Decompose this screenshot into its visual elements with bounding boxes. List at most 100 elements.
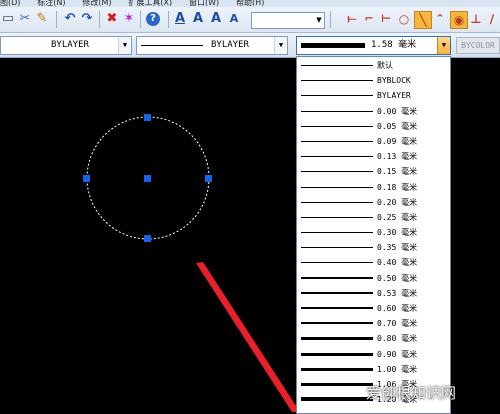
grip-top[interactable]: [144, 114, 151, 121]
lineweight-option[interactable]: 0.30 毫米: [297, 225, 450, 240]
lineweight-option[interactable]: 0.80 毫米: [297, 331, 450, 346]
grip-left[interactable]: [83, 175, 90, 182]
redo-icon[interactable]: ↷: [79, 11, 95, 27]
linetype-preview: [141, 45, 203, 46]
lineweight-option-preview: [301, 367, 373, 371]
lineweight-option[interactable]: 1.00 毫米: [297, 362, 450, 377]
text-style-combo[interactable]: ▼: [251, 12, 325, 29]
lineweight-combo[interactable]: 1.58 毫米 ▼: [296, 36, 451, 55]
lineweight-option-preview: [301, 216, 373, 218]
toolbar-separator: [330, 11, 331, 28]
lineweight-option[interactable]: 0.15 毫米: [297, 164, 450, 179]
match-properties-icon[interactable]: ✎: [34, 11, 50, 27]
chevron-down-icon[interactable]: ▼: [274, 37, 287, 54]
lineweight-value: 1.58 毫米: [371, 40, 417, 50]
snap-center-icon[interactable]: ◉: [450, 11, 468, 29]
lineweight-option-preview: [301, 276, 373, 279]
text-scale-icon[interactable]: A: [226, 11, 242, 27]
lineweight-option-label: 0.20 毫米: [377, 197, 418, 207]
lineweight-option-preview: [301, 65, 373, 66]
lineweight-option-preview: [301, 140, 373, 142]
lineweight-option[interactable]: 0.18 毫米: [297, 180, 450, 195]
polyline-icon[interactable]: ⌐: [361, 11, 377, 27]
lineweight-option[interactable]: BYBLOCK: [297, 73, 450, 88]
lineweight-option-label: 0.13 毫米: [377, 152, 418, 162]
linetype-value: BYLAYER: [211, 40, 249, 50]
toolbar-separator: [140, 11, 141, 28]
lineweight-option[interactable]: 0.00 毫米: [297, 104, 450, 119]
menu-item-window[interactable]: 窗口(W): [189, 0, 219, 7]
grip-bottom[interactable]: [144, 235, 151, 242]
lineweight-option-preview: [301, 397, 373, 402]
lineweight-option-label: 0.60 毫米: [377, 304, 418, 313]
erase-icon[interactable]: ✖: [104, 11, 120, 27]
lineweight-option[interactable]: 0.35 毫米: [297, 240, 450, 255]
lineweight-option-label: 0.00 毫米: [377, 106, 418, 116]
explode-icon[interactable]: ✶: [121, 11, 137, 27]
lineweight-option-label: 0.30 毫米: [377, 228, 418, 238]
parallel-icon[interactable]: ∕: [484, 11, 500, 27]
text-style-icon[interactable]: A: [172, 11, 188, 27]
lineweight-option-label: 0.90 毫米: [377, 349, 418, 359]
linetype-combo[interactable]: BYLAYER ▼: [136, 36, 288, 55]
edit-text-icon[interactable]: A: [208, 11, 224, 27]
lineweight-option-preview: [301, 322, 373, 325]
lineweight-option-label: 默认: [377, 61, 393, 70]
pointer-arrow: [196, 262, 300, 412]
text-icon[interactable]: A: [190, 11, 206, 27]
print-icon[interactable]: ▭: [0, 11, 16, 27]
grip-right[interactable]: [205, 175, 212, 182]
layer-combo[interactable]: BYLAYER ▼: [0, 36, 132, 55]
watermark-text: 爱创根知识网: [366, 384, 457, 402]
color-combo[interactable]: BYCOLOR: [456, 37, 500, 54]
lineweight-option-label: BYLAYER: [377, 91, 411, 101]
lineweight-option-preview: [301, 171, 373, 173]
lineweight-option[interactable]: BYLAYER: [297, 88, 450, 103]
menu-item-dimension[interactable]: 标注(N): [37, 0, 65, 7]
lineweight-option-label: 0.18 毫米: [377, 182, 418, 192]
grip-center[interactable]: [144, 175, 151, 182]
undo-icon[interactable]: ↶: [62, 11, 78, 27]
lineweight-option-label: 0.50 毫米: [377, 273, 418, 283]
lineweight-option-preview: [301, 80, 373, 82]
angle-icon[interactable]: ⌃: [432, 11, 448, 27]
menu-item-draw[interactable]: 图(D): [0, 0, 20, 7]
lineweight-option[interactable]: 默认: [297, 58, 450, 73]
lineweight-dropdown-list: 默认 BYBLOCK BYLAYER 0.00 毫米 0.05 毫米 0.09 毫米 0.1…: [296, 56, 451, 414]
lineweight-option[interactable]: 0.90 毫米: [297, 347, 450, 362]
lineweight-option-label: 0.70 毫米: [377, 319, 418, 329]
perpendicular-icon[interactable]: ⊥: [468, 11, 484, 27]
lineweight-option[interactable]: 0.70 毫米: [297, 316, 450, 331]
lineweight-option-label: BYBLOCK: [377, 76, 411, 86]
line-icon[interactable]: ⟝: [344, 11, 360, 27]
lineweight-option-preview: [301, 125, 373, 127]
toolbar-separator: [99, 11, 100, 28]
lineweight-option-preview: [301, 110, 373, 112]
lineweight-option[interactable]: 0.20 毫米: [297, 195, 450, 210]
draw-line-icon[interactable]: ╲: [414, 11, 432, 29]
lineweight-option[interactable]: 0.13 毫米: [297, 149, 450, 164]
help-icon[interactable]: ?: [145, 11, 161, 27]
lineweight-option[interactable]: 0.09 毫米: [297, 134, 450, 149]
lineweight-option[interactable]: 0.05 毫米: [297, 119, 450, 134]
lineweight-option[interactable]: 0.25 毫米: [297, 210, 450, 225]
lineweight-option[interactable]: 0.60 毫米: [297, 301, 450, 316]
menu-bar: 图(D) 标注(N) 修改(M) 扩展工具(X) 窗口(W) 帮助(H): [0, 0, 500, 7]
lineweight-option[interactable]: 0.40 毫米: [297, 255, 450, 270]
circle-icon[interactable]: ○: [396, 11, 412, 27]
lineweight-option-preview: [301, 201, 373, 203]
lineweight-option[interactable]: 0.50 毫米: [297, 271, 450, 286]
menu-item-extend-tools[interactable]: 扩展工具(X): [128, 0, 172, 7]
lineweight-option-label: 0.09 毫米: [377, 136, 418, 146]
menu-item-modify[interactable]: 修改(M): [82, 0, 111, 7]
chevron-down-icon[interactable]: ▼: [437, 37, 450, 54]
lineweight-option-preview: [301, 232, 373, 234]
lineweight-option-preview: [301, 156, 373, 158]
chevron-down-icon[interactable]: ▼: [118, 37, 131, 54]
lineweight-option-preview: [301, 382, 373, 386]
menu-item-help[interactable]: 帮助(H): [236, 0, 264, 7]
dimension-icon[interactable]: ⊢: [378, 11, 394, 27]
lineweight-option[interactable]: 0.53 毫米: [297, 286, 450, 301]
cut-icon[interactable]: ✂: [17, 11, 33, 27]
chevron-down-icon[interactable]: ▼: [314, 13, 324, 28]
